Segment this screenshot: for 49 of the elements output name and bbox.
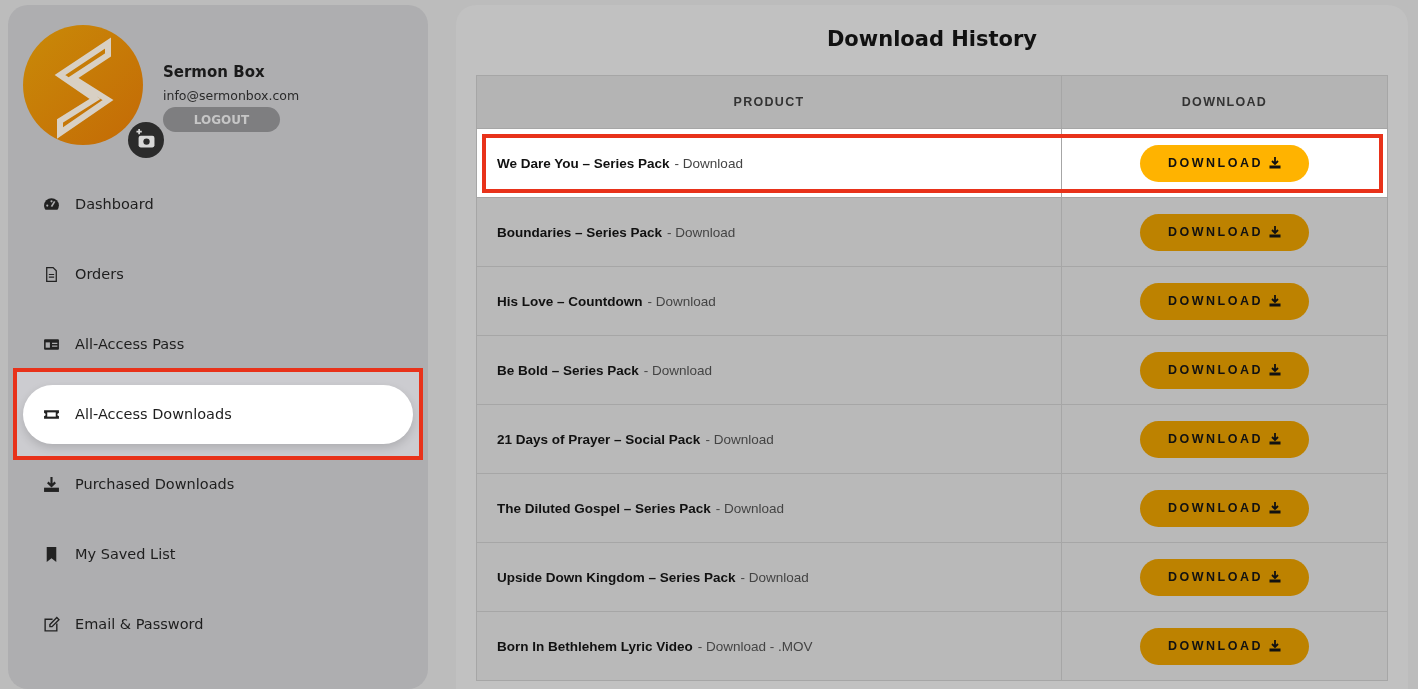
product-title: His Love – Countdown — [497, 293, 643, 309]
column-header: DOWNLOAD — [1061, 75, 1388, 129]
download-button[interactable]: DOWNLOAD — [1140, 213, 1309, 251]
add-photo-icon[interactable] — [128, 122, 164, 158]
product-format: - Download — [715, 500, 785, 516]
download-button[interactable]: DOWNLOAD — [1140, 558, 1309, 596]
download-icon — [1269, 226, 1281, 238]
download-button[interactable]: DOWNLOAD — [1140, 489, 1309, 527]
product-format: - Download — [667, 224, 736, 240]
sidebar-item[interactable]: Purchased Downloads — [23, 454, 413, 514]
product-title: Born In Bethlehem Lyric Video — [497, 638, 693, 654]
download-icon — [1269, 571, 1281, 583]
product-format: - Download — [740, 569, 809, 585]
column-header: PRODUCT — [476, 75, 1062, 129]
product-format: - Download — [643, 362, 713, 378]
sidebar-item[interactable]: All-Access Pass — [23, 314, 413, 374]
product-title: We Dare You – Series Pack — [497, 155, 670, 171]
product-title: 21 Days of Prayer – Social Pack — [497, 431, 701, 447]
product-title: Be Bold – Series Pack — [497, 362, 639, 378]
page-title: Download History — [825, 27, 1039, 51]
download-icon — [1269, 364, 1281, 376]
sidebar-item[interactable]: Email & Password — [23, 594, 413, 654]
download-icon — [1269, 502, 1281, 514]
download-icon — [1269, 295, 1281, 307]
sidebar-item[interactable]: Dashboard — [23, 174, 413, 234]
sidebar-item[interactable]: Orders — [23, 244, 413, 304]
document-icon — [43, 265, 60, 283]
download-button[interactable]: DOWNLOAD — [1140, 144, 1309, 182]
account-email: info@sermonbox.com — [163, 88, 300, 103]
product-format: - Download - .MOV — [697, 638, 813, 654]
gauge-icon — [43, 195, 60, 213]
account-name: Sermon Box — [163, 63, 265, 81]
sidebar-item[interactable]: My Saved List — [23, 524, 413, 584]
product-title: The Diluted Gospel – Series Pack — [497, 500, 711, 516]
product-title: Boundaries – Series Pack — [497, 224, 663, 240]
download-button[interactable]: DOWNLOAD — [1140, 282, 1309, 320]
download-button[interactable]: DOWNLOAD — [1140, 420, 1309, 458]
download-icon — [1269, 157, 1281, 169]
product-format: - Download — [674, 155, 743, 171]
product-format: - Download — [647, 293, 716, 309]
product-format: - Download — [705, 431, 774, 447]
product-title: Upside Down Kingdom – Series Pack — [497, 569, 736, 585]
download-icon — [1269, 433, 1281, 445]
download-button[interactable]: DOWNLOAD — [1140, 627, 1309, 665]
download-icon — [1269, 640, 1281, 652]
sidebar-item[interactable]: All-Access Downloads — [23, 384, 413, 444]
download-button[interactable]: DOWNLOAD — [1140, 351, 1309, 389]
edit-icon — [43, 615, 60, 633]
download-icon — [43, 475, 60, 493]
